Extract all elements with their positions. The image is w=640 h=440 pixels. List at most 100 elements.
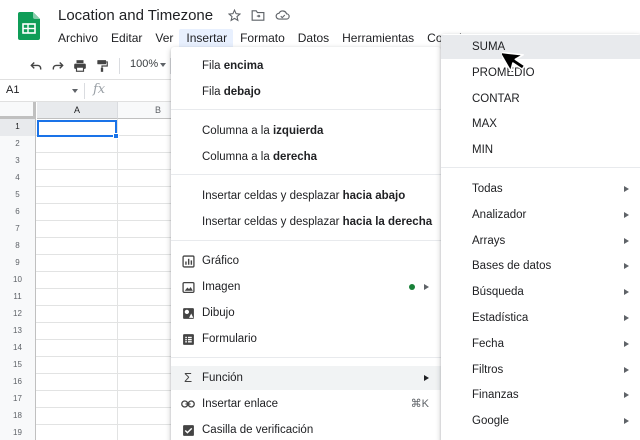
row-header[interactable]: 13 [0,323,36,340]
function-category-item[interactable]: Estadística [441,306,640,330]
menu-editar[interactable]: Editar [104,29,148,49]
row-header[interactable]: 2 [0,136,36,153]
function-contar[interactable]: CONTAR [441,87,640,111]
row-header[interactable]: 12 [0,306,36,323]
insert-function[interactable]: Σ Función [171,366,441,390]
function-category-item[interactable]: Google [441,409,640,433]
submenu-arrow-icon [624,366,629,373]
function-category-item[interactable]: Todas [441,177,640,201]
function-category-item[interactable]: Arrays [441,229,640,253]
row-header[interactable]: 8 [0,238,36,255]
function-max[interactable]: MAX [441,112,640,136]
function-category-item[interactable]: Analizador [441,203,640,227]
cloud-status-icon[interactable] [274,7,290,23]
row-header[interactable]: 7 [0,221,36,238]
menu-insertar[interactable]: Insertar [179,29,234,49]
menu-label: CONTAR [472,93,520,105]
function-category-item[interactable]: Filtros [441,358,640,382]
menu-label: SUMA [472,41,506,53]
row-header[interactable]: 18 [0,408,36,425]
row-header[interactable]: 16 [0,374,36,391]
paint-format-icon[interactable] [94,58,110,74]
select-all-corner[interactable] [0,102,36,119]
function-category-item[interactable]: Búsqueda [441,280,640,304]
menu-herramientas[interactable]: Herramientas [335,29,420,49]
menu-label: Fila [202,60,224,72]
name-box[interactable]: A1 [6,84,19,96]
image-icon [181,280,195,294]
column-header-a[interactable]: A [37,102,118,119]
row-header[interactable]: 19 [0,425,36,440]
menu-label: Filtros [472,363,504,376]
menu-ver[interactable]: Ver [148,29,179,49]
row-header[interactable]: 10 [0,272,36,289]
menu-divider [171,240,441,241]
menu-label: Columna a la [202,151,273,163]
menu-label: Función [202,372,243,384]
row-header[interactable]: 17 [0,391,36,408]
toolbar-divider [119,58,120,74]
row-header[interactable]: 6 [0,204,36,221]
print-icon[interactable] [72,58,88,74]
menu-label: Arrays [472,234,506,247]
selected-cell-a1[interactable] [37,120,117,137]
menu-archivo[interactable]: Archivo [51,29,104,49]
move-to-folder-icon[interactable] [250,7,266,23]
function-category-item[interactable]: Fecha [441,332,640,356]
insert-image[interactable]: Imagen [171,275,441,299]
row-header[interactable]: 5 [0,187,36,204]
insert-chart[interactable]: Gráfico [171,249,441,273]
menu-label: Casilla de verificación [202,424,314,436]
insert-link[interactable]: Insertar enlace ⌘K [171,392,441,416]
sheets-logo-icon[interactable] [18,12,40,40]
insert-row-below[interactable]: Fila debajo [171,80,441,104]
menu-formato[interactable]: Formato [233,29,291,49]
menu-datos[interactable]: Datos [291,29,335,49]
row-header[interactable]: 1 [0,119,36,136]
name-box-caret-icon[interactable] [72,89,78,93]
insert-drawing[interactable]: Dibujo [171,301,441,325]
menu-label: Finanzas [472,389,519,402]
function-suma[interactable]: SUMA [441,35,640,59]
submenu-arrow-icon [624,263,629,270]
insert-column-right[interactable]: Columna a la derecha [171,145,441,169]
formula-divider [84,83,85,99]
row-header[interactable]: 14 [0,340,36,357]
menu-divider [441,167,640,168]
menu-label: Analizador [472,208,527,221]
fx-icon: fx [93,82,106,97]
row-header[interactable]: 15 [0,357,36,374]
star-icon[interactable] [226,7,242,23]
submenu-arrow-icon [624,340,629,347]
row-header[interactable]: 3 [0,153,36,170]
function-category-item[interactable]: Finanzas [441,383,640,407]
function-category-item[interactable]: Bases de datos [441,254,640,278]
insert-checkbox[interactable]: Casilla de verificación [171,418,441,440]
submenu-arrow-icon [624,186,629,192]
document-title[interactable]: Location and Timezone [58,7,213,24]
redo-icon[interactable] [50,58,66,74]
submenu-arrow-icon [424,375,429,381]
menu-label: MIN [472,144,494,156]
fill-handle[interactable] [113,133,119,139]
row-header[interactable]: 4 [0,170,36,187]
menu-label: Google [472,415,510,428]
insert-row-above[interactable]: Fila encima [171,54,441,78]
insert-menu: Fila encima Fila debajo Columna a la izq… [171,47,441,440]
function-promedio[interactable]: PROMEDIO [441,61,640,85]
menu-label: Estadística [472,312,529,324]
insert-column-left[interactable]: Columna a la izquierda [171,119,441,143]
zoom-select[interactable]: 100% [130,58,158,70]
insert-form[interactable]: Formulario [171,327,441,351]
zoom-caret-icon[interactable] [160,63,166,67]
sigma-icon: Σ [183,370,193,385]
row-header[interactable]: 11 [0,289,36,306]
insert-cells-shift-down[interactable]: Insertar celdas y desplazar hacia abajo [171,184,441,208]
row-header[interactable]: 9 [0,255,36,272]
menu-label: Gráfico [202,255,240,267]
undo-icon[interactable] [28,58,44,74]
insert-cells-shift-right[interactable]: Insertar celdas y desplazar hacia la der… [171,210,441,234]
new-badge-dot [409,284,415,290]
shortcut-label: ⌘K [410,398,429,410]
function-min[interactable]: MIN [441,138,640,162]
